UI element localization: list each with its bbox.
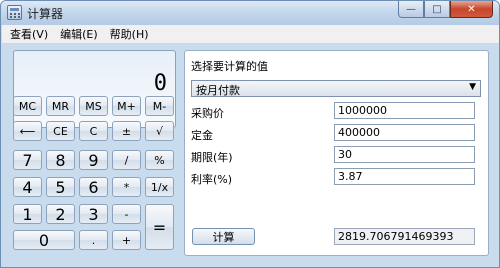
- digit-5-button[interactable]: 5: [46, 177, 75, 197]
- display: 0: [13, 50, 176, 128]
- decimal-button[interactable]: .: [79, 230, 108, 250]
- equals-button[interactable]: =: [145, 204, 174, 250]
- c-button[interactable]: C: [79, 121, 108, 141]
- minus-button[interactable]: -: [112, 204, 141, 224]
- digit-9-button[interactable]: 9: [79, 150, 108, 170]
- menu-help[interactable]: 帮助(H): [110, 26, 149, 42]
- menu-edit[interactable]: 编辑(E): [60, 26, 98, 42]
- down-payment-input[interactable]: 400000: [334, 124, 475, 141]
- percent-button[interactable]: %: [145, 150, 174, 170]
- digit-1-button[interactable]: 1: [13, 204, 42, 224]
- multiply-button[interactable]: *: [112, 177, 141, 197]
- calculator-icon: [7, 5, 22, 20]
- digit-4-button[interactable]: 4: [13, 177, 42, 197]
- mc-button[interactable]: MC: [13, 96, 42, 116]
- purchase-price-label: 采购价: [191, 107, 224, 120]
- calculation-select[interactable]: 按月付款 ▼: [191, 80, 481, 97]
- caption-buttons: — □ ✕: [398, 1, 493, 19]
- select-value: 按月付款: [196, 84, 240, 97]
- window-title: 计算器: [27, 7, 64, 21]
- digit-2-button[interactable]: 2: [46, 204, 75, 224]
- down-payment-label: 定金: [191, 129, 213, 142]
- m-minus-button[interactable]: M-: [145, 96, 174, 116]
- digit-8-button[interactable]: 8: [46, 150, 75, 170]
- close-button[interactable]: ✕: [450, 1, 493, 18]
- maximize-button[interactable]: □: [424, 1, 450, 18]
- ms-button[interactable]: MS: [79, 96, 108, 116]
- chevron-down-icon: ▼: [469, 82, 476, 92]
- reciprocal-button[interactable]: 1/x: [145, 177, 174, 197]
- minimize-button[interactable]: —: [398, 1, 424, 18]
- mortgage-heading: 选择要计算的值: [191, 60, 268, 73]
- title-bar: 计算器 — □ ✕: [1, 1, 499, 25]
- term-label: 期限(年): [191, 151, 233, 164]
- ce-button[interactable]: CE: [46, 121, 75, 141]
- mr-button[interactable]: MR: [46, 96, 75, 116]
- display-value: 0: [153, 71, 167, 96]
- menu-view[interactable]: 查看(V): [10, 26, 48, 42]
- digit-7-button[interactable]: 7: [13, 150, 42, 170]
- digit-0-button[interactable]: 0: [13, 230, 75, 250]
- purchase-price-input[interactable]: 1000000: [334, 102, 475, 119]
- interest-rate-input[interactable]: 3.87: [334, 168, 475, 185]
- client-area: 0 MC MR MS M+ M- ⟵ CE C ± √ 7 8 9 / % 4 …: [1, 44, 499, 267]
- calculate-button[interactable]: 计算: [192, 228, 255, 245]
- plus-button[interactable]: +: [112, 230, 141, 250]
- result-field: 2819.706791469393: [334, 228, 475, 245]
- sqrt-button[interactable]: √: [145, 121, 174, 141]
- backspace-button[interactable]: ⟵: [13, 121, 42, 141]
- calculator-window: 计算器 — □ ✕ 查看(V) 编辑(E) 帮助(H) 0 MC MR MS M…: [0, 0, 500, 268]
- divide-button[interactable]: /: [112, 150, 141, 170]
- menu-bar: 查看(V) 编辑(E) 帮助(H): [2, 25, 499, 44]
- interest-rate-label: 利率(%): [191, 173, 233, 186]
- m-plus-button[interactable]: M+: [112, 96, 141, 116]
- mortgage-panel: 选择要计算的值 按月付款 ▼ 采购价 1000000 定金 400000 期限(…: [184, 50, 489, 256]
- plus-minus-button[interactable]: ±: [112, 121, 141, 141]
- digit-3-button[interactable]: 3: [79, 204, 108, 224]
- digit-6-button[interactable]: 6: [79, 177, 108, 197]
- term-input[interactable]: 30: [334, 146, 475, 163]
